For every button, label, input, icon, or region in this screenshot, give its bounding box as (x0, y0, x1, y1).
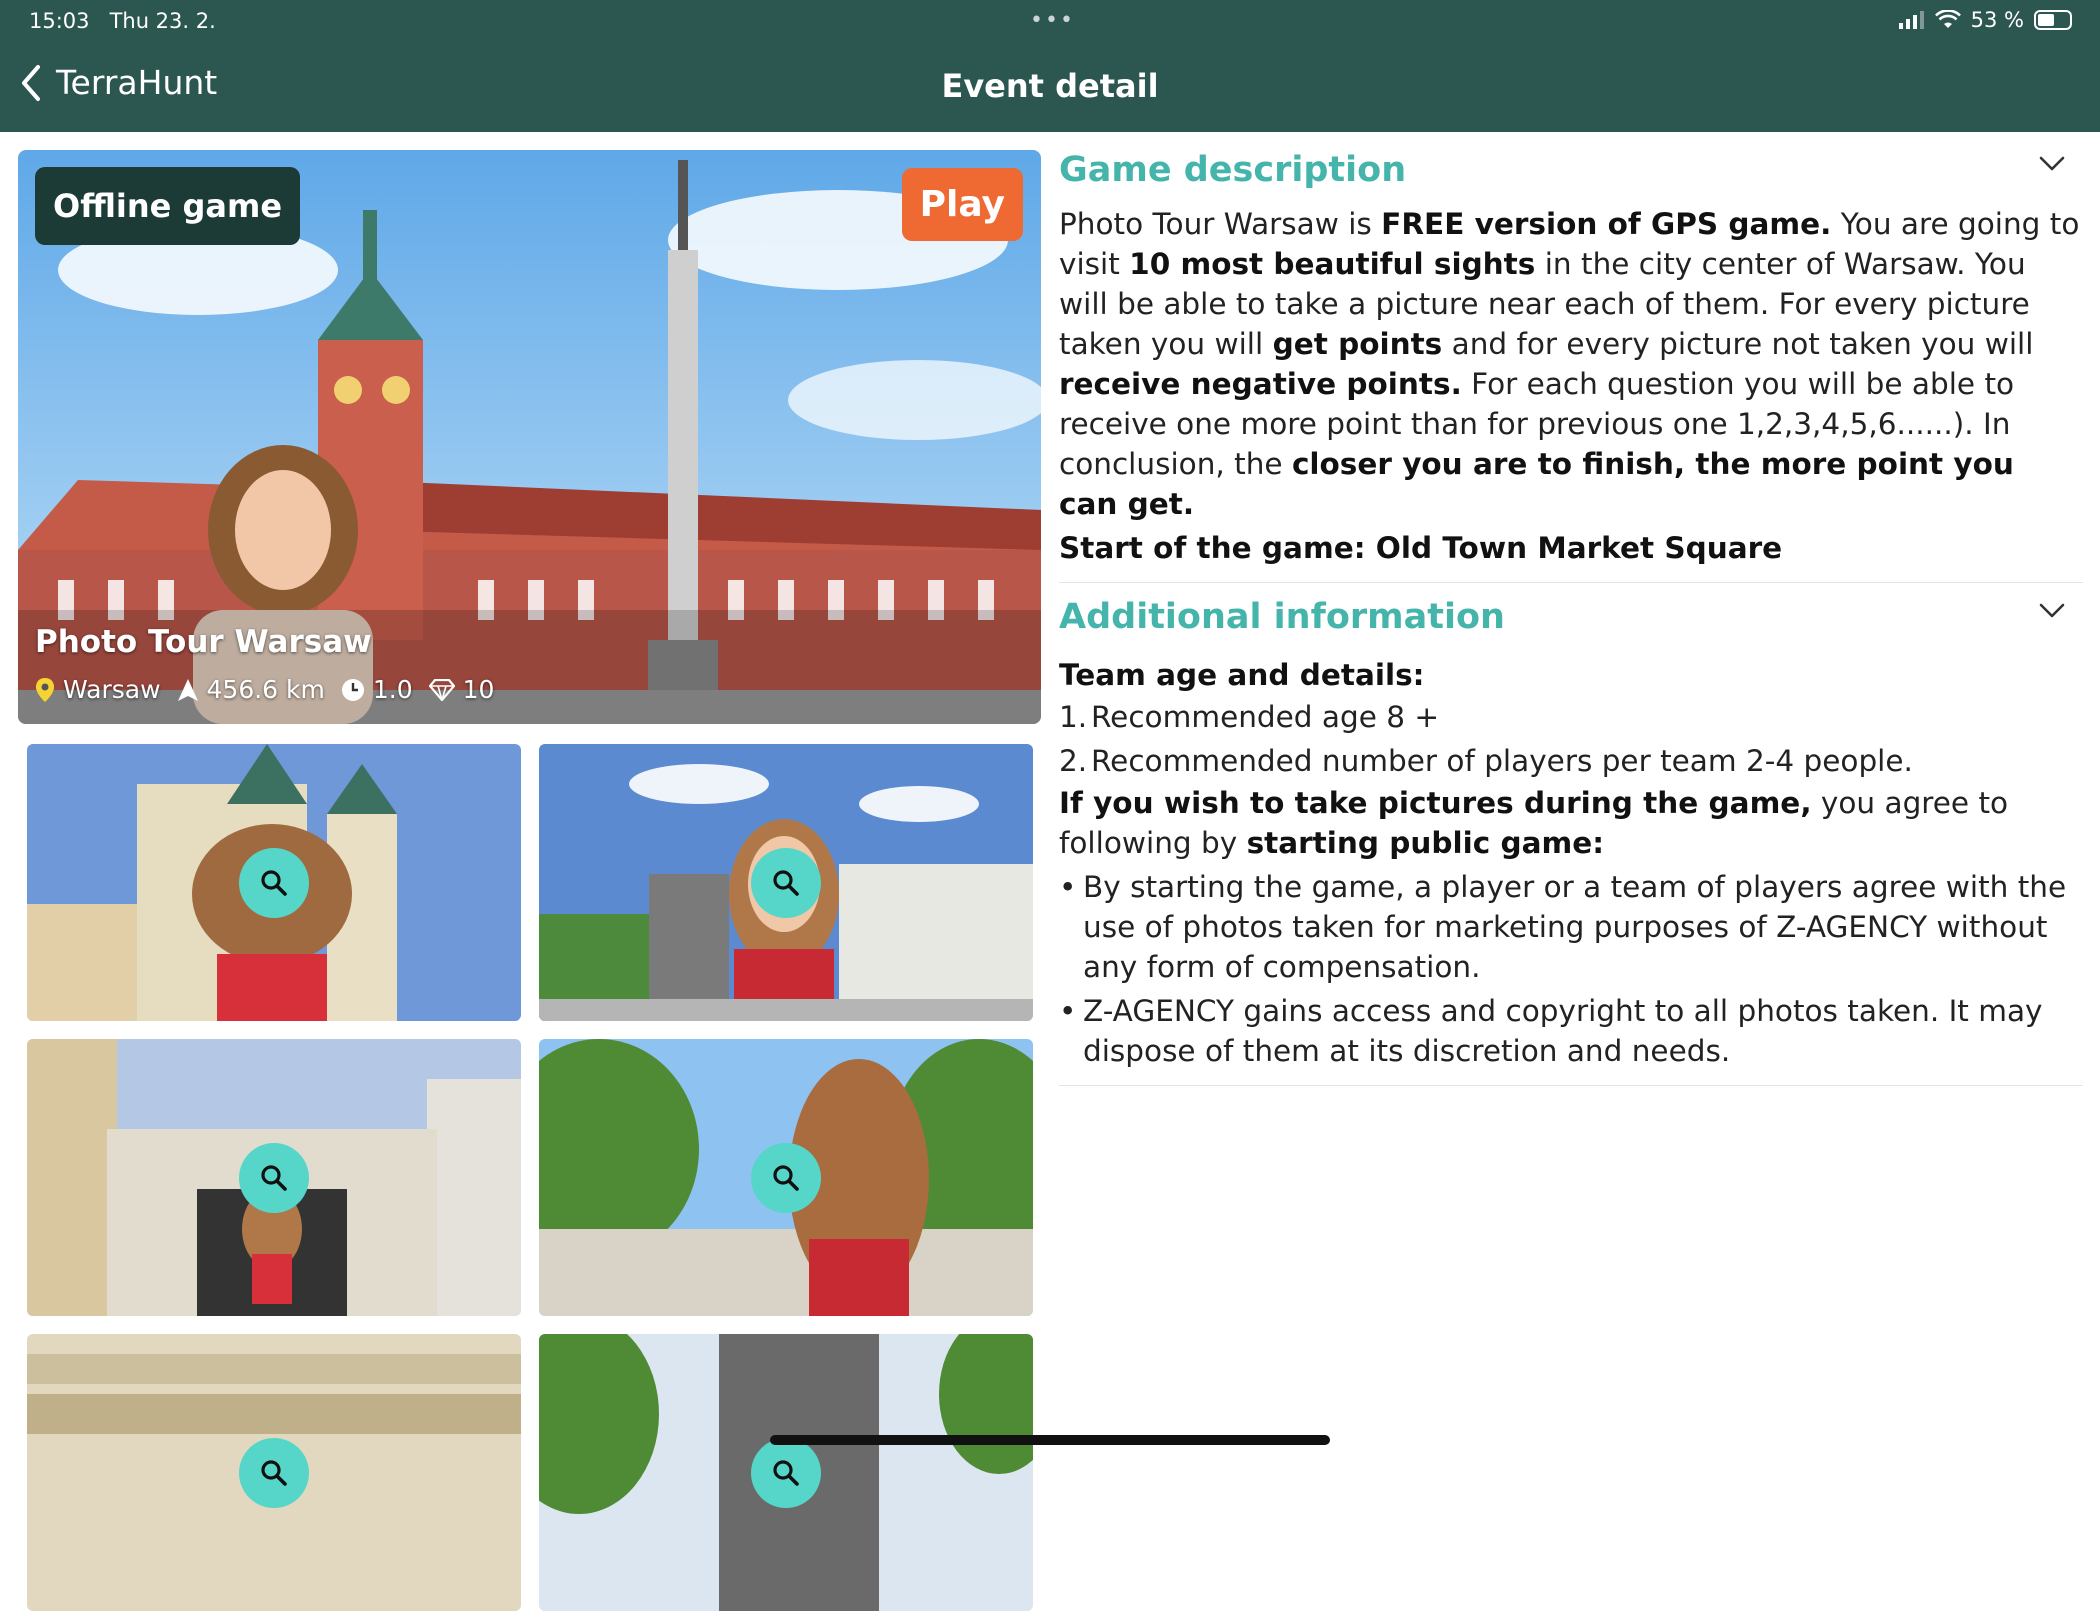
diamond-icon (428, 678, 455, 701)
play-button[interactable]: Play (901, 168, 1023, 241)
gallery-photo[interactable] (27, 1039, 521, 1316)
zoom-button[interactable] (751, 847, 821, 918)
gallery-photo[interactable] (539, 1039, 1033, 1316)
battery-percent: 53 % (1970, 8, 2024, 32)
section-title: Game description (1059, 150, 1407, 190)
meta-distance: 456.6 km (177, 675, 325, 704)
search-icon (261, 1459, 287, 1486)
page-title: Event detail (941, 67, 1159, 105)
zoom-button[interactable] (239, 1437, 309, 1508)
zoom-button[interactable] (751, 1142, 821, 1213)
consent-bullets: • By starting the game, a player or a tea… (1059, 867, 2083, 1071)
start-location: Start of the game: Old Town Market Squar… (1059, 531, 1783, 565)
divider (1059, 582, 2083, 583)
meta-duration: 1.0 (341, 675, 413, 704)
multitasking-dots-icon[interactable]: ••• (1030, 8, 1075, 33)
list-item: • By starting the game, a player or a tea… (1059, 870, 2067, 984)
battery-icon (2034, 10, 2072, 30)
chevron-down-icon[interactable] (2039, 156, 2065, 172)
status-bar: 15:03 Thu 23. 2. ••• 53 % (0, 0, 2100, 43)
divider (1059, 1085, 2083, 1086)
gallery-photo[interactable] (539, 744, 1033, 1021)
chevron-down-icon[interactable] (2039, 603, 2065, 619)
status-time: 15:03 Thu 23. 2. (29, 9, 216, 33)
photo-consent-text: If you wish to take pictures during the … (1059, 786, 2009, 860)
team-list: 1. Recommended age 8 + 2. Recommended numb… (1059, 695, 2083, 783)
offline-game-badge: Offline game (35, 167, 301, 245)
zoom-button[interactable] (751, 1437, 821, 1508)
game-title: Photo Tour Warsaw (35, 624, 372, 660)
gallery-photo[interactable] (27, 744, 521, 1021)
hero-card[interactable]: Offline game Play Photo Tour Warsaw Wars… (18, 150, 1041, 724)
home-indicator[interactable] (770, 1435, 1330, 1445)
location-pin-icon (36, 677, 54, 702)
cellular-signal-icon (1898, 11, 1924, 29)
gallery-photo[interactable] (539, 1334, 1033, 1611)
navigation-arrow-icon (177, 678, 198, 701)
meta-points: 10 (428, 675, 494, 704)
gallery-photo[interactable] (27, 1334, 521, 1611)
nav-bar: TerraHunt Event detail (0, 43, 2100, 132)
game-meta: Warsaw 456.6 km 1.0 10 (35, 675, 494, 704)
meta-location: Warsaw (35, 675, 161, 704)
additional-info-header[interactable]: Additional information (1059, 597, 2083, 643)
team-heading: Team age and details: (1059, 658, 1425, 692)
status-right: 53 % (1898, 8, 2072, 32)
section-title: Additional information (1059, 597, 1505, 637)
list-item: 1. Recommended age 8 + (1059, 700, 1440, 734)
game-description-text: Photo Tour Warsaw is FREE version of GPS… (1059, 207, 2080, 521)
search-icon (261, 869, 287, 896)
list-item: • Z-AGENCY gains access and copyright to … (1059, 994, 2043, 1068)
details-panel: Game description Photo Tour Warsaw is FR… (1059, 150, 2083, 1100)
list-item: 2. Recommended number of players per team… (1059, 744, 1913, 778)
search-icon (773, 1459, 799, 1486)
zoom-button[interactable] (239, 1142, 309, 1213)
search-icon (773, 1164, 799, 1191)
search-icon (773, 869, 799, 896)
game-description-header[interactable]: Game description (1059, 150, 2083, 196)
clock-icon (341, 678, 364, 701)
search-icon (261, 1164, 287, 1191)
zoom-button[interactable] (239, 847, 309, 918)
wifi-icon (1934, 10, 1961, 28)
